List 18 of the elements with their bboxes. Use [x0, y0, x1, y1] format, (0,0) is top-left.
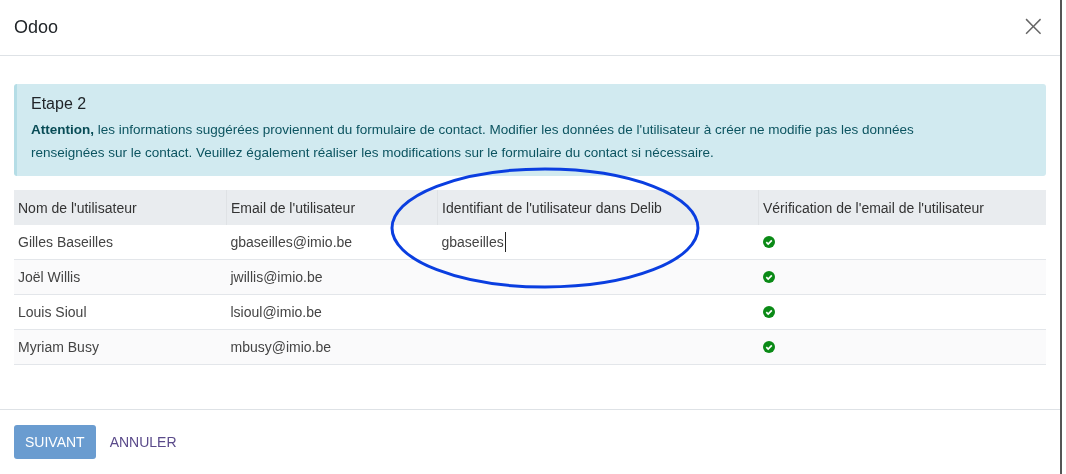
column-header: Identifiant de l'utilisateur dans Delib	[437, 190, 759, 225]
input-field[interactable]: gbaseilles	[441, 232, 506, 252]
table-cell: Gilles Baseilles	[14, 225, 227, 260]
alert-title: Etape 2	[31, 95, 88, 113]
close-button[interactable]: ×	[1020, 10, 1046, 45]
column-header: Nom de l'utilisateur	[14, 190, 227, 225]
table-cell: gbaseilles@imio.be	[226, 225, 438, 260]
table-cell: Louis Sioul	[14, 294, 227, 330]
cancel-button[interactable]: ANNULER	[99, 425, 187, 459]
table-cell: lsioul@imio.be	[226, 294, 438, 330]
column-header: Vérification de l'email de l'utilisateur	[758, 190, 1046, 225]
table-cell: jwillis@imio.be	[226, 259, 438, 295]
table-cell: mbusy@imio.be	[226, 329, 438, 365]
alert-text: Attention, les informations suggérées proviennent du formulaire de contact. Modifier les données de l'utilisateur à créer ne modifie pas les données renseignées sur le contact. Veuillez également réaliser les modifications sur le formulaire du contact si nécessaire.	[31, 121, 915, 162]
table-cell: Myriam Busy	[14, 329, 227, 365]
column-header: Email de l'utilisateur	[226, 190, 438, 225]
table-cell: Joël Willis	[14, 259, 227, 295]
dialog-title: Odoo	[14, 17, 59, 38]
